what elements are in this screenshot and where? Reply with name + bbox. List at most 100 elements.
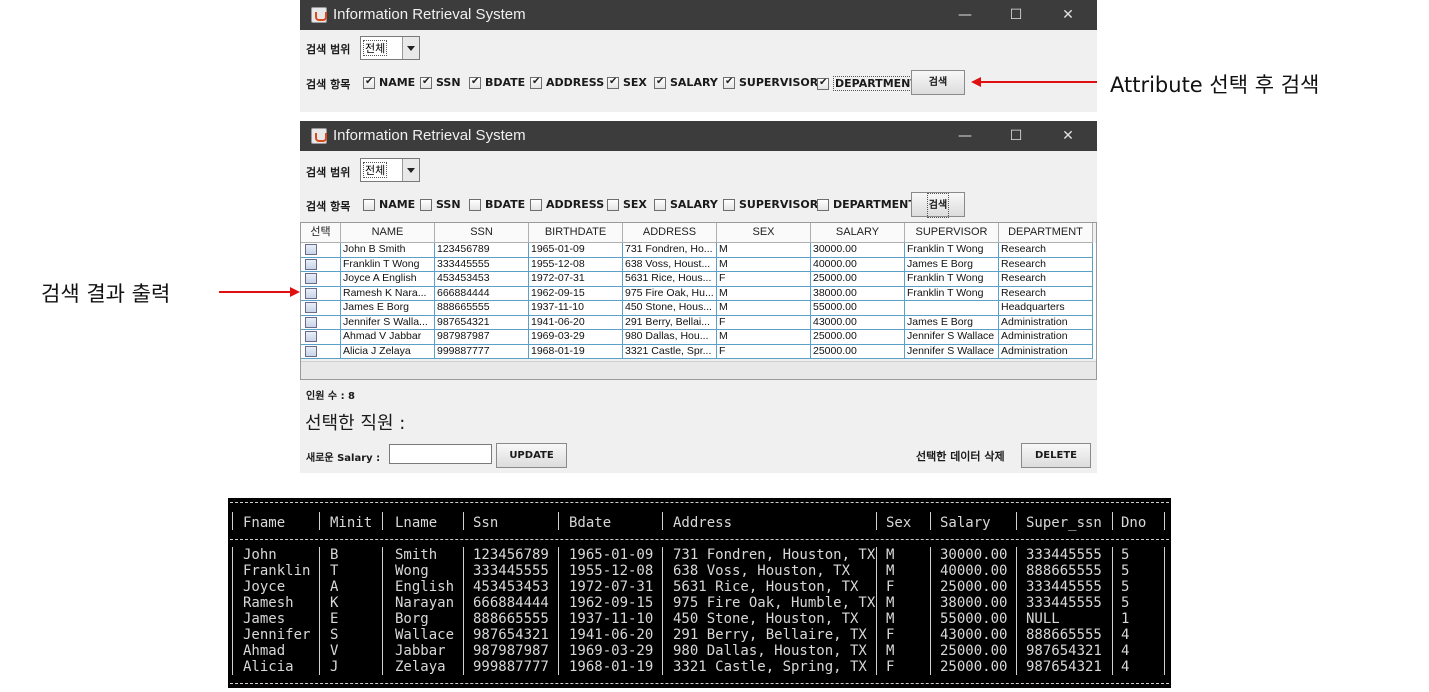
checkbox-icon[interactable] [723,76,735,89]
table-row[interactable]: Jennifer S Walla... 987654321 1941-06-20 29… [301,315,1096,330]
console-cell: Wallace [395,627,455,643]
col-select-header[interactable]: 선택 [301,223,341,243]
row-select-cell[interactable] [301,330,341,345]
col-name-header[interactable]: NAME [341,223,435,243]
maximize-icon[interactable]: ☐ [992,0,1040,30]
col-sex-cell: M [717,301,811,316]
row-select-cell[interactable] [301,243,341,258]
table-row[interactable]: James E Borg 888665555 1937-11-10 450 Stone… [301,301,1096,316]
checkbox-ssn[interactable]: SSN [420,198,461,211]
console-cell: V [330,643,339,659]
col-ssn-cell: 987654321 [435,315,529,330]
scope-select[interactable]: 전체 [360,158,420,182]
table-body[interactable]: John B Smith 123456789 1965-01-09 731 Fondr… [301,243,1096,359]
row-checkbox-icon[interactable] [305,244,317,255]
search-button[interactable]: 검색 [911,70,965,95]
table-row[interactable]: Joyce A English 453453453 1972-07-31 5631 R… [301,272,1096,287]
col-salary-header[interactable]: SALARY [811,223,905,243]
checkbox-bdate[interactable]: BDATE [469,76,525,89]
close-icon[interactable]: ✕ [1044,0,1092,30]
row-select-cell[interactable] [301,315,341,330]
minimize-icon[interactable]: — [941,121,989,151]
row-checkbox-icon[interactable] [305,331,317,342]
checkbox-address[interactable]: ADDRESS [530,198,604,211]
checkbox-department[interactable]: DEPARTMENT [817,76,920,91]
table-row[interactable]: John B Smith 123456789 1965-01-09 731 Fondr… [301,243,1096,258]
console-cell: F [886,627,895,643]
checkbox-icon[interactable] [469,76,481,89]
table-row[interactable]: Alicia J Zelaya 999887777 1968-01-19 3321 C… [301,344,1096,359]
row-select-cell[interactable] [301,286,341,301]
new-salary-label: 새로운 Salary : [306,453,381,464]
col-ssn-header[interactable]: SSN [435,223,529,243]
console-cell: M [886,611,895,627]
maximize-icon[interactable]: ☐ [992,121,1040,151]
checkbox-address[interactable]: ADDRESS [530,76,604,89]
checkbox-icon[interactable] [723,198,735,211]
row-checkbox-icon[interactable] [305,345,317,357]
update-button[interactable]: UPDATE [496,443,567,468]
results-table[interactable]: 선택 NAME SSN BIRTHDATE ADDRESS SEX SALARY SUPERV… [300,222,1097,380]
row-checkbox-icon[interactable] [305,316,317,328]
checkbox-icon[interactable] [607,198,619,211]
checkbox-icon[interactable] [654,198,666,211]
row-checkbox-icon[interactable] [305,258,317,270]
col-birthdate-header[interactable]: BIRTHDATE [529,223,623,243]
checkbox-icon[interactable] [530,198,542,211]
new-salary-input[interactable] [389,444,492,464]
console-cell: Wong [395,563,429,579]
console-cell: 4 [1121,627,1130,643]
table-row[interactable]: Ramesh K Nara... 666884444 1962-09-15 975 F… [301,286,1096,301]
checkbox-salary[interactable]: SALARY [654,198,718,211]
checkbox-icon[interactable] [469,198,481,211]
row-checkbox-icon[interactable] [305,302,317,313]
table-row[interactable]: Ahmad V Jabbar 987987987 1969-03-29 980 Dal… [301,330,1096,345]
search-button[interactable]: 검색 [911,192,965,218]
row-select-cell[interactable] [301,344,341,359]
horizontal-scrollbar[interactable] [301,361,1096,379]
checkbox-sex[interactable]: SEX [607,76,647,89]
checkbox-icon[interactable] [530,76,542,89]
checkbox-supervisor[interactable]: SUPERVISOR [723,198,818,211]
row-checkbox-icon[interactable] [305,273,317,284]
checkbox-icon[interactable] [607,76,619,89]
console-cell: 1 [1121,611,1130,627]
checkbox-supervisor[interactable]: SUPERVISOR [723,76,818,89]
checkbox-icon[interactable] [420,198,432,211]
close-icon[interactable]: ✕ [1044,121,1092,151]
col-sex-header[interactable]: SEX [717,223,811,243]
chevron-down-icon[interactable] [402,159,419,181]
checkbox-department[interactable]: DEPARTMENT [817,198,916,211]
checkbox-ssn[interactable]: SSN [420,76,461,89]
scope-select[interactable]: 전체 [360,36,420,60]
checkbox-icon[interactable] [654,76,666,89]
console-cell: 291 Berry, Bellaire, TX [673,627,867,643]
title-bar[interactable]: Information Retrieval System — ☐ ✕ [300,0,1097,30]
console-cell: E [330,611,339,627]
col-salary-cell: 40000.00 [811,257,905,272]
col-address-header[interactable]: ADDRESS [623,223,717,243]
checkbox-icon[interactable] [420,76,432,89]
checkbox-icon[interactable] [363,76,375,89]
minimize-icon[interactable]: — [941,0,989,30]
row-select-cell[interactable] [301,257,341,272]
checkbox-icon[interactable] [363,198,375,211]
col-supervisor-header[interactable]: SUPERVISOR [905,223,999,243]
chevron-down-icon[interactable] [402,37,419,59]
console-cell: 1972-07-31 [569,579,654,595]
row-select-cell[interactable] [301,301,341,316]
title-bar[interactable]: Information Retrieval System — ☐ ✕ [300,121,1097,151]
checkbox-sex[interactable]: SEX [607,198,647,211]
col-department-header[interactable]: DEPARTMENT [999,223,1093,243]
row-select-cell[interactable] [301,272,341,287]
console-cell: 987654321 [1026,643,1102,659]
checkbox-name[interactable]: NAME [363,198,415,211]
checkbox-icon[interactable] [817,198,829,211]
checkbox-icon[interactable] [817,77,829,90]
delete-button[interactable]: DELETE [1021,443,1091,468]
row-checkbox-icon[interactable] [305,287,317,299]
checkbox-name[interactable]: NAME [363,76,415,89]
table-row[interactable]: Franklin T Wong 333445555 1955-12-08 638 Vo… [301,257,1096,272]
checkbox-bdate[interactable]: BDATE [469,198,525,211]
checkbox-salary[interactable]: SALARY [654,76,718,89]
